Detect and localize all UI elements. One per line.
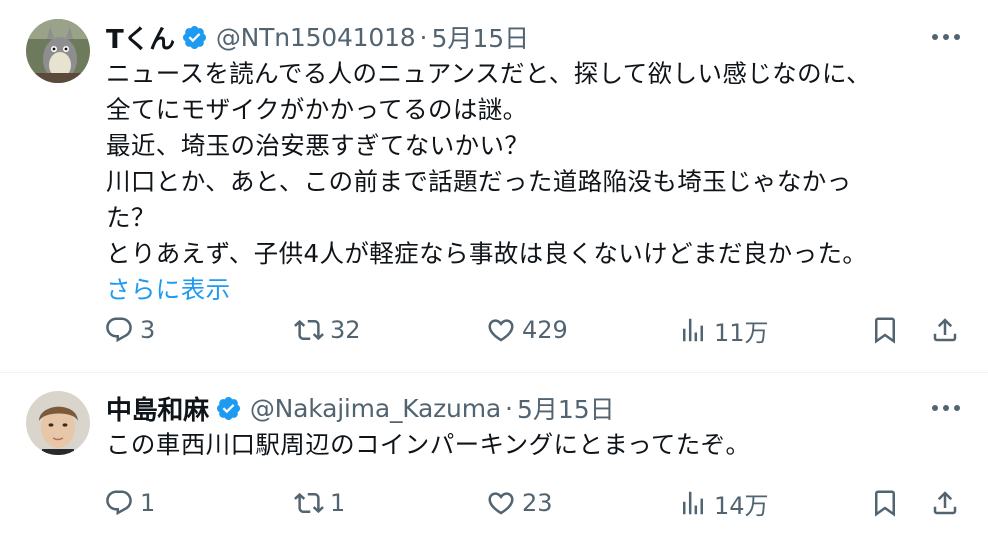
tweet-text-line: 川口とか、あと、この前まで話題だった道路陥没も埼玉じゃなかっ <box>106 167 852 196</box>
like-button[interactable]: 23 <box>486 483 553 523</box>
reply-icon <box>106 317 132 343</box>
views-button[interactable]: 11万 <box>678 310 769 350</box>
like-count: 23 <box>522 489 553 517</box>
heart-icon <box>488 319 514 342</box>
views-count: 14万 <box>714 491 769 520</box>
tweet-text-line: ニュースを読んでる人のニュアンスだと、探して欲しい感じなのに、 <box>106 59 872 88</box>
show-more-link[interactable]: さらに表示 <box>106 272 966 308</box>
like-count: 429 <box>522 316 568 344</box>
repost-count: 32 <box>330 316 361 344</box>
tweet-text-line: とりあえず、子供4人が軽症なら事故は良くないけどまだ良かった。 <box>106 239 868 268</box>
verified-badge-icon[interactable] <box>215 395 242 422</box>
tweet-text-line: この車西川口駅周辺のコインパーキングにとまってたぞ。 <box>106 430 751 459</box>
repost-icon <box>294 319 324 341</box>
tweet[interactable]: 中島和麻 @Nakajima_Kazuma · 5月15日 この車西川口駅周辺の… <box>0 373 988 540</box>
repost-count: 1 <box>330 489 346 517</box>
reply-button[interactable]: 3 <box>104 310 155 350</box>
tweet-text-line: 全てにモザイクがかかってるのは謎。 <box>106 95 528 124</box>
author-handle[interactable]: @NTn15041018 <box>216 23 416 52</box>
bookmark-icon <box>875 317 895 344</box>
verified-badge-icon[interactable] <box>181 24 208 51</box>
tweet-date[interactable]: 5月15日 <box>517 390 615 426</box>
author-name[interactable]: Tくん <box>106 19 175 56</box>
avatar[interactable] <box>26 391 90 455</box>
bookmark-button[interactable] <box>870 483 900 523</box>
tweet-actions: 3 32 429 11万 <box>104 310 966 350</box>
tweet-actions: 1 1 23 14万 <box>104 483 966 523</box>
views-button[interactable]: 14万 <box>678 483 769 523</box>
heart-icon <box>488 492 514 515</box>
share-icon <box>933 318 957 342</box>
separator-dot: · <box>504 393 513 423</box>
totoro-figure-avatar-icon <box>26 19 90 83</box>
tweet-text-line: た？ <box>106 203 156 232</box>
tweet[interactable]: Tくん @NTn15041018 · 5月15日 ニュースを読んでる人のニュアン… <box>0 0 988 372</box>
more-options-icon[interactable] <box>924 395 968 421</box>
avatar[interactable] <box>26 19 90 83</box>
person-photo-avatar-icon <box>26 391 90 455</box>
author-handle[interactable]: @Nakajima_Kazuma <box>250 394 501 423</box>
views-chart-icon <box>683 491 703 515</box>
share-button[interactable] <box>930 483 960 523</box>
more-options-icon[interactable] <box>924 24 968 50</box>
separator-dot: · <box>419 22 428 52</box>
reply-icon <box>106 490 132 516</box>
tweet-date[interactable]: 5月15日 <box>431 19 529 55</box>
tweet-text: この車西川口駅周辺のコインパーキングにとまってたぞ。 <box>106 427 966 463</box>
reply-count: 1 <box>140 489 156 517</box>
views-count: 11万 <box>714 318 769 347</box>
tweet-text: ニュースを読んでる人のニュアンスだと、探して欲しい感じなのに、 全てにモザイクが… <box>106 56 966 308</box>
bookmark-button[interactable] <box>870 310 900 350</box>
share-icon <box>933 491 957 515</box>
author-name[interactable]: 中島和麻 <box>106 390 209 427</box>
bookmark-icon <box>875 490 895 517</box>
reply-button[interactable]: 1 <box>104 483 155 523</box>
share-button[interactable] <box>930 310 960 350</box>
repost-button[interactable]: 1 <box>294 483 345 523</box>
views-chart-icon <box>683 318 703 342</box>
tweet-text-line: 最近、埼玉の治安悪すぎてないかい？ <box>106 131 530 160</box>
repost-icon <box>294 492 324 514</box>
reply-count: 3 <box>140 316 156 344</box>
repost-button[interactable]: 32 <box>294 310 361 350</box>
like-button[interactable]: 429 <box>486 310 568 350</box>
